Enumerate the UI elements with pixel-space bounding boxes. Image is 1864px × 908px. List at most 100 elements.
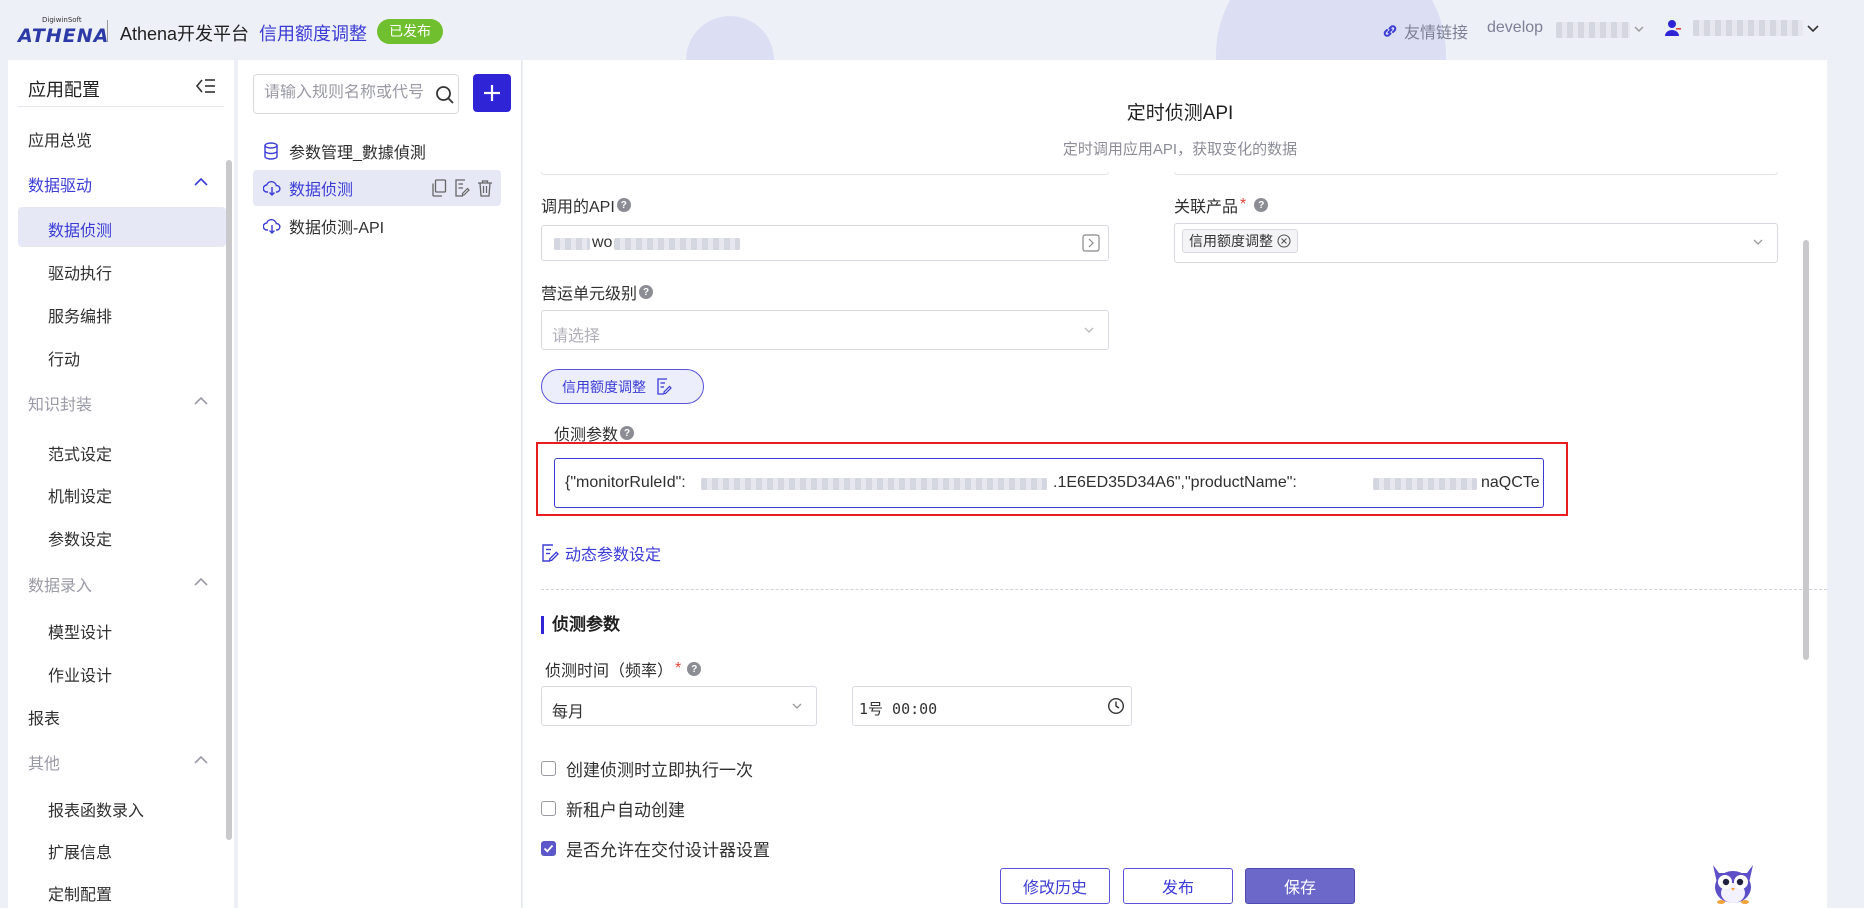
rule-search-input[interactable] <box>264 84 424 102</box>
api-value-redacted <box>614 238 740 250</box>
chevron-up-icon[interactable] <box>193 752 209 768</box>
time-picker[interactable]: 1号 00:00 <box>852 686 1132 726</box>
dynamic-param-link[interactable]: 动态参数设定 <box>541 541 661 565</box>
sidebar-item-data-entry[interactable]: 数据录入 <box>28 572 92 596</box>
checkbox-run-once[interactable]: 创建侦测时立即执行一次 <box>541 756 753 781</box>
operating-unit-select[interactable]: 请选择 <box>541 310 1109 350</box>
save-button[interactable]: 保存 <box>1245 868 1355 904</box>
checkbox[interactable] <box>541 801 556 816</box>
sidebar-item-data-detection[interactable]: 数据侦测 <box>48 217 112 241</box>
checkbox-allow-delivery-designer[interactable]: 是否允许在交付设计器设置 <box>541 836 770 861</box>
collapse-sidebar-icon[interactable] <box>194 76 216 96</box>
help-icon[interactable]: ? <box>687 662 702 676</box>
frequency-label-text: 侦测时间（频率） <box>545 663 674 680</box>
rule-item-selected[interactable]: 数据侦测 <box>253 170 501 206</box>
form-scrollbar[interactable] <box>1803 240 1809 660</box>
help-icon[interactable]: ? <box>1254 198 1269 212</box>
sidebar-item-app-overview[interactable]: 应用总览 <box>28 127 92 151</box>
sidebar-item-report-function-entry[interactable]: 报表函数录入 <box>48 797 144 821</box>
chevron-down-icon[interactable] <box>1806 18 1820 40</box>
product-tag-label: 信用额度调整 <box>1189 233 1273 249</box>
chevron-up-icon[interactable] <box>193 174 209 190</box>
sidebar-item-extension-info[interactable]: 扩展信息 <box>48 839 112 863</box>
sidebar-item-action[interactable]: 行动 <box>48 346 80 370</box>
api-field[interactable]: wo <box>541 225 1109 261</box>
tag-remove-icon[interactable] <box>1277 234 1291 248</box>
sidebar-item-knowledge-packaging[interactable]: 知识封装 <box>28 391 92 415</box>
environment-label: develop <box>1487 19 1544 36</box>
scrolled-field-edge <box>1174 172 1778 175</box>
checkbox-label: 创建侦测时立即执行一次 <box>566 761 753 780</box>
athena-logo[interactable]: DigiwinSoft ATHENA <box>18 16 108 47</box>
sidebar-item-model-design[interactable]: 模型设计 <box>48 619 112 643</box>
sidebar-item-mechanism-setting[interactable]: 机制设定 <box>48 483 112 507</box>
clock-icon[interactable] <box>1107 697 1125 715</box>
frequency-select[interactable]: 每月 <box>541 686 817 726</box>
sidebar-divider <box>18 106 224 107</box>
search-icon[interactable] <box>435 85 455 105</box>
chevron-up-icon[interactable] <box>193 574 209 590</box>
sidebar-item-report[interactable]: 报表 <box>28 705 60 729</box>
product-api-button[interactable]: 信用额度调整 <box>541 369 704 404</box>
sidebar-item-data-driven[interactable]: 数据驱动 <box>28 172 92 196</box>
section-title: 侦测参数 <box>541 616 620 634</box>
delete-icon[interactable] <box>477 179 493 197</box>
app-name[interactable]: 信用额度调整 <box>259 20 367 46</box>
checkbox-new-tenant[interactable]: 新租户自动创建 <box>541 796 685 821</box>
help-icon[interactable]: ? <box>639 285 654 299</box>
tenant-name-redacted[interactable] <box>1556 22 1630 38</box>
edit-doc-icon <box>657 378 672 395</box>
cloud-download-icon <box>263 217 281 235</box>
help-icon[interactable]: ? <box>616 198 631 212</box>
sidebar-item-drive-execution[interactable]: 驱动执行 <box>48 260 112 284</box>
rule-item[interactable]: 数据侦测-API <box>253 208 501 244</box>
params-text-suffix: naQCTe <box>1481 474 1540 491</box>
frequency-label: 侦测时间（频率） * ? <box>545 657 702 681</box>
rule-item-label: 数据侦测-API <box>289 220 385 237</box>
chevron-down-icon[interactable] <box>1751 235 1765 249</box>
chevron-down-icon[interactable] <box>790 699 804 713</box>
rule-search-box[interactable] <box>253 74 459 114</box>
sidebar-scrollbar[interactable] <box>226 160 232 840</box>
sidebar-item-custom-config[interactable]: 定制配置 <box>48 881 112 905</box>
sidebar-item-paradigm-setting[interactable]: 范式设定 <box>48 441 112 465</box>
add-rule-button[interactable] <box>473 74 511 112</box>
edit-doc-icon[interactable] <box>454 179 470 197</box>
platform-title: Athena开发平台 <box>120 24 250 44</box>
related-product-label: 关联产品 * ? <box>1174 193 1269 217</box>
history-button[interactable]: 修改历史 <box>1000 868 1110 904</box>
sidebar-item-parameter-setting[interactable]: 参数设定 <box>48 526 112 550</box>
help-icon[interactable]: ? <box>620 426 635 440</box>
chevron-down-icon[interactable] <box>1082 323 1096 337</box>
sidebar-item-other[interactable]: 其他 <box>28 750 60 774</box>
plus-icon <box>484 85 500 101</box>
api-label: 调用的API ? <box>541 193 631 217</box>
page-title: 定时侦测API <box>1126 103 1234 124</box>
open-api-selector-icon[interactable] <box>1082 234 1100 252</box>
app-config-sidebar: 应用配置 应用总览 数据驱动 数据侦测 驱动执行 服务编排 行动 知识封装 范式… <box>8 60 234 908</box>
user-name-redacted[interactable] <box>1693 20 1803 36</box>
params-text-prefix: {"monitorRuleId": <box>565 474 686 491</box>
detect-params-input[interactable]: {"monitorRuleId": .1E6ED35D34A6","produc… <box>554 458 1544 508</box>
sidebar-item-job-design[interactable]: 作业设计 <box>48 662 112 686</box>
checkbox-label: 是否允许在交付设计器设置 <box>566 841 770 860</box>
checkbox[interactable] <box>541 761 556 776</box>
copy-icon[interactable] <box>431 179 447 197</box>
params-redacted <box>701 478 1047 490</box>
checkbox-checked[interactable] <box>541 841 556 856</box>
time-value: 1号 00:00 <box>859 700 938 718</box>
sidebar-item-service-orchestration[interactable]: 服务编排 <box>48 303 112 327</box>
assistant-owl-icon[interactable] <box>1705 855 1761 905</box>
chevron-down-icon[interactable] <box>1633 19 1645 39</box>
api-value-redacted <box>554 238 590 250</box>
publish-button[interactable]: 发布 <box>1123 868 1233 904</box>
chevron-up-icon[interactable] <box>193 393 209 409</box>
database-icon <box>263 142 281 160</box>
rule-item-label: 数据侦测 <box>289 182 354 199</box>
checkmark-icon <box>543 844 554 853</box>
link-icon <box>1383 25 1397 37</box>
related-product-select[interactable]: 信用额度调整 <box>1174 223 1778 263</box>
rule-item[interactable]: 参数管理_數據偵測 <box>253 133 501 169</box>
required-mark: * <box>675 660 682 677</box>
friend-link[interactable]: 友情链接 <box>1382 19 1468 43</box>
